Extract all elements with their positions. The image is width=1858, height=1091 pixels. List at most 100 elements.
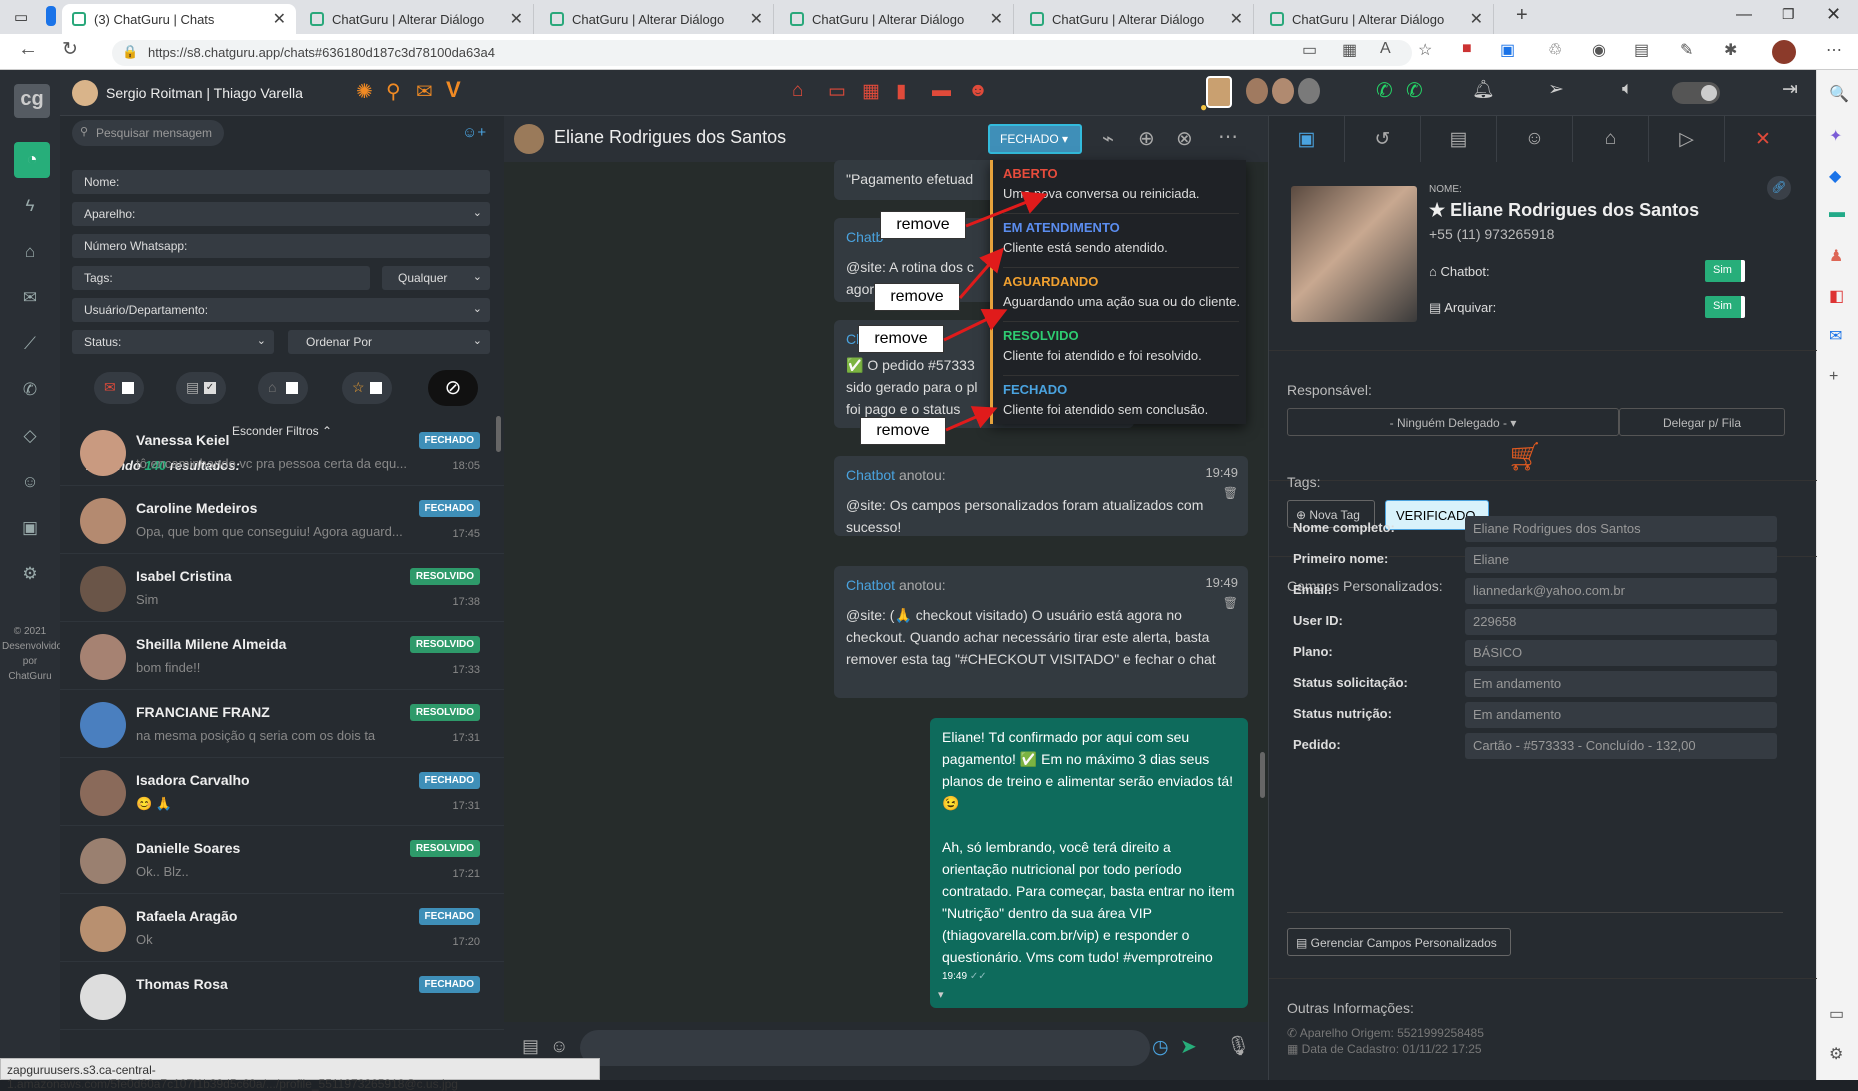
- image-icon[interactable]: ▣: [18, 518, 42, 542]
- add-contact-icon[interactable]: ☺+: [462, 124, 486, 141]
- checkbox[interactable]: [370, 382, 382, 394]
- app-available-icon[interactable]: ▭: [1302, 40, 1317, 60]
- whatsapp-icon[interactable]: ✆: [1376, 78, 1393, 103]
- status-option-aberto[interactable]: ABERTO Uma nova conversa ou reiniciada.: [1003, 160, 1239, 214]
- tab-alterar-dialogo[interactable]: ChatGuru | Alterar Diálogo ✕: [1260, 4, 1494, 34]
- users-icon[interactable]: ☻: [968, 80, 988, 102]
- extension-icon[interactable]: ♲: [1548, 40, 1562, 60]
- logout-icon[interactable]: ⇥: [1782, 78, 1798, 101]
- qr-icon[interactable]: ▦: [1342, 40, 1357, 60]
- tab-profile-icon[interactable]: ▣: [1269, 116, 1345, 162]
- shopping-icon[interactable]: ◆: [1829, 166, 1841, 186]
- chat-list-item[interactable]: FRANCIANE FRANZ na mesma posição q seria …: [60, 690, 504, 758]
- orange-search-icon[interactable]: ⚲: [386, 79, 401, 104]
- chat-list-item[interactable]: Danielle Soares Ok.. Blz.. RESOLVIDO 17:21: [60, 826, 504, 894]
- close-chat-icon[interactable]: ⊗: [1176, 126, 1193, 151]
- custom-field-input[interactable]: liannedark@yahoo.com.br: [1465, 578, 1777, 604]
- minimize-icon[interactable]: —: [1736, 6, 1752, 24]
- link-icon[interactable]: 🔗︎: [1767, 176, 1791, 200]
- filter-whatsapp-input[interactable]: Número Whatsapp:: [72, 234, 490, 258]
- message-menu-chevron-icon[interactable]: ▾: [938, 984, 944, 1006]
- orange-mail-icon[interactable]: ✉: [416, 79, 433, 104]
- close-tab-icon[interactable]: ✕: [510, 9, 523, 29]
- games-icon[interactable]: ♟: [1829, 246, 1843, 266]
- search-icon[interactable]: 🔍: [1829, 84, 1849, 104]
- filter-status-select[interactable]: Status: ⌄: [72, 330, 274, 354]
- user-avatar[interactable]: [72, 80, 98, 106]
- chat-list-item[interactable]: Isadora Carvalho 😊 🙏 FECHADO 17:31: [60, 758, 504, 826]
- close-window-icon[interactable]: ✕: [1826, 4, 1841, 25]
- send-icon[interactable]: ➢: [1548, 78, 1564, 101]
- trash-icon[interactable]: 🗑︎: [1223, 482, 1238, 504]
- bar-chart-icon[interactable]: ▮: [896, 80, 906, 103]
- read-aloud-icon[interactable]: A: [1380, 40, 1391, 58]
- custom-field-input[interactable]: 229658: [1465, 609, 1777, 635]
- add-icon[interactable]: +: [1829, 368, 1838, 386]
- close-tab-icon[interactable]: ✕: [273, 9, 286, 29]
- tab-chats[interactable]: (3) ChatGuru | Chats ✕: [62, 4, 296, 34]
- close-tab-icon[interactable]: ✕: [1470, 9, 1483, 29]
- status-dropdown-button[interactable]: FECHADO ▾: [988, 124, 1082, 154]
- chart-icon[interactable]: ⟋: [18, 334, 42, 358]
- edge-sidebar-icon[interactable]: [46, 6, 56, 26]
- agent-avatar[interactable]: [1272, 78, 1294, 104]
- extension-icon[interactable]: ▣: [1500, 40, 1515, 60]
- status-option-aguardando[interactable]: AGUARDANDO Aguardando uma ação sua ou do …: [1003, 268, 1240, 322]
- template-icon[interactable]: ▤: [522, 1036, 539, 1057]
- clear-filters-button[interactable]: ⊘: [428, 370, 478, 406]
- split-screen-icon[interactable]: ▭: [1829, 1004, 1844, 1024]
- filter-archive-toggle[interactable]: ▤ ✓: [176, 372, 226, 404]
- status-option-em-atendimento[interactable]: EM ATENDIMENTO Cliente está sendo atendid…: [1003, 214, 1239, 268]
- back-icon[interactable]: ←: [18, 38, 38, 61]
- tag-icon[interactable]: ◇: [18, 426, 42, 450]
- annotation-author-link[interactable]: Chatbot: [846, 467, 895, 483]
- chatbot-toggle[interactable]: Sim: [1705, 260, 1745, 282]
- annotation-author-link[interactable]: Chatb: [846, 229, 883, 245]
- manage-fields-button[interactable]: ▤ Gerenciar Campos Personalizados: [1287, 928, 1511, 956]
- emoji-icon[interactable]: ☺: [550, 1036, 568, 1057]
- agent-avatar[interactable]: [1298, 78, 1320, 104]
- delegate-queue-button[interactable]: Delegar p/ Fila: [1619, 408, 1785, 436]
- custom-field-input[interactable]: BÁSICO: [1465, 640, 1777, 666]
- orange-gear-icon[interactable]: ✺: [356, 79, 373, 104]
- dark-mode-toggle[interactable]: [1672, 82, 1720, 104]
- user-icon[interactable]: ☺: [18, 472, 42, 496]
- responsavel-select[interactable]: - Ninguém Delegado - ▾: [1287, 408, 1619, 436]
- birthday-icon[interactable]: ⌂: [792, 80, 803, 102]
- tab-history-icon[interactable]: ↺: [1345, 116, 1421, 162]
- tab-bot-icon[interactable]: ⌂: [1573, 116, 1649, 162]
- chat-list-item[interactable]: Thomas Rosa FECHADO: [60, 962, 504, 1030]
- chat-list-item[interactable]: Vanessa Keiel tô encaminhando vc pra pess…: [60, 418, 504, 486]
- bell-icon[interactable]: 🔔︎: [1472, 79, 1495, 100]
- filter-tags-mode-select[interactable]: Qualquer ⌄: [382, 266, 490, 290]
- calendar-icon[interactable]: ▦: [862, 80, 880, 103]
- status-option-fechado[interactable]: FECHADO Cliente foi atendido sem conclusã…: [1003, 376, 1239, 430]
- custom-field-input[interactable]: Em andamento: [1465, 671, 1777, 697]
- archive-toggle[interactable]: Sim: [1705, 296, 1745, 318]
- settings-icon[interactable]: ⚙: [18, 564, 42, 588]
- add-annotation-icon[interactable]: ⊕: [1138, 126, 1155, 151]
- schedule-icon[interactable]: ◷: [1152, 1036, 1169, 1059]
- filter-bot-toggle[interactable]: ⌂: [258, 372, 308, 404]
- custom-field-input[interactable]: Eliane Rodrigues dos Santos: [1465, 516, 1777, 542]
- brand-v-icon[interactable]: V: [446, 77, 461, 103]
- more-options-icon[interactable]: ⋯: [1218, 124, 1238, 149]
- flash-icon[interactable]: ϟ: [18, 196, 42, 220]
- filter-usuario-select[interactable]: Usuário/Departamento: ⌄: [72, 298, 490, 322]
- tab-notes-icon[interactable]: ▤: [1421, 116, 1497, 162]
- message-input[interactable]: [580, 1030, 1150, 1066]
- filter-tags-input[interactable]: Tags:: [72, 266, 370, 290]
- office-icon[interactable]: ◧: [1829, 286, 1844, 306]
- new-tab-icon[interactable]: +: [1516, 4, 1528, 27]
- custom-field-input[interactable]: Eliane: [1465, 547, 1777, 573]
- microphone-icon[interactable]: 🎙︎: [1226, 1034, 1250, 1058]
- whatsapp-icon[interactable]: ✆: [1406, 78, 1423, 103]
- custom-field-input[interactable]: Em andamento: [1465, 702, 1777, 728]
- phone-icon[interactable]: ✆: [18, 380, 42, 404]
- filter-favorite-toggle[interactable]: ☆: [342, 372, 392, 404]
- annotation-author-link[interactable]: Chatbot: [846, 577, 895, 593]
- checkbox[interactable]: [122, 382, 134, 394]
- tab-play-icon[interactable]: ▷: [1649, 116, 1725, 162]
- close-panel-icon[interactable]: ✕: [1725, 116, 1801, 162]
- tools-icon[interactable]: ▬: [1829, 204, 1845, 222]
